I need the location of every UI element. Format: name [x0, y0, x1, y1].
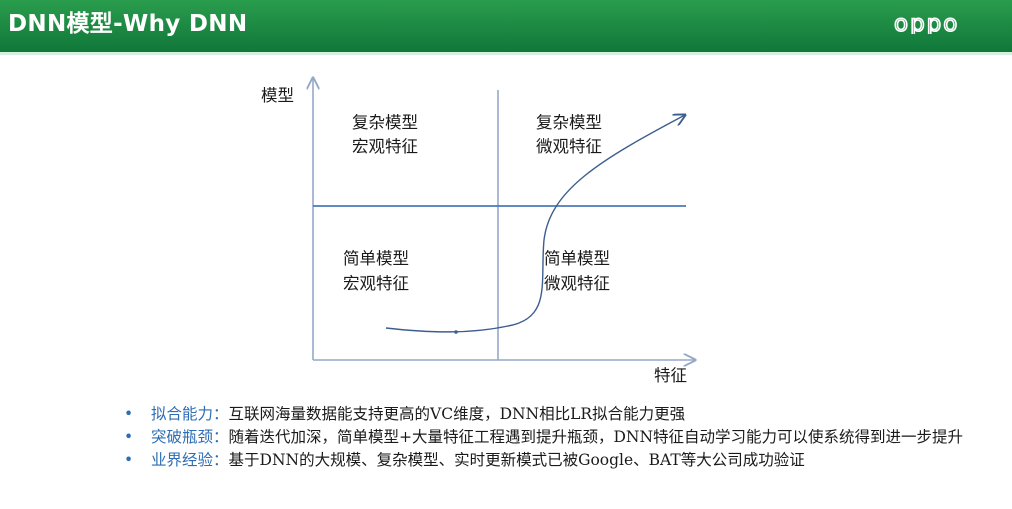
bullet-key: 突破瓶颈：	[151, 428, 229, 446]
quadrant-bottom-right-line2: 微观特征	[544, 274, 610, 293]
bullet-marker: •	[124, 451, 134, 469]
bullet-text: 基于DNN的大规模、复杂模型、实时更新模式已被Google、BAT等大公司成功验…	[228, 451, 805, 469]
bullet-text: 互联网海量数据能支持更高的VC维度，DNN相比LR拟合能力更强	[228, 405, 686, 423]
curve-point	[454, 330, 458, 334]
bullet-item: • 突破瓶颈：随着迭代加深，简单模型+大量特征工程遇到提升瓶颈，DNN特征自动学…	[124, 426, 984, 449]
quadrant-top-left-line1: 复杂模型	[352, 113, 418, 132]
bullet-text: 随着迭代加深，简单模型+大量特征工程遇到提升瓶颈，DNN特征自动学习能力可以使系…	[228, 428, 964, 446]
bullet-marker: •	[124, 428, 134, 446]
quadrant-top-left-line2: 宏观特征	[352, 137, 418, 156]
bullet-key: 拟合能力：	[151, 405, 229, 423]
quadrant-bottom-left-line1: 简单模型	[343, 249, 409, 268]
quadrant-bottom-right-line1: 简单模型	[544, 249, 610, 268]
bullet-list: • 拟合能力：互联网海量数据能支持更高的VC维度，DNN相比LR拟合能力更强 •…	[124, 403, 984, 472]
bullet-item: • 业界经验：基于DNN的大规模、复杂模型、实时更新模式已被Google、BAT…	[124, 449, 984, 472]
x-axis-label: 特征	[654, 366, 687, 385]
quadrant-top-right-line2: 微观特征	[536, 137, 602, 156]
y-axis-label: 模型	[261, 86, 294, 105]
quadrant-bottom-left-line2: 宏观特征	[343, 274, 409, 293]
quadrant-diagram: 模型 特征 复杂模型 宏观特征 复杂模型 微观特征 简单模型 宏观特征 简单模型…	[261, 0, 1012, 385]
bullet-item: • 拟合能力：互联网海量数据能支持更高的VC维度，DNN相比LR拟合能力更强	[124, 403, 984, 426]
bullet-key: 业界经验：	[151, 451, 229, 469]
bullet-marker: •	[124, 405, 134, 423]
quadrant-top-right-line1: 复杂模型	[536, 113, 602, 132]
